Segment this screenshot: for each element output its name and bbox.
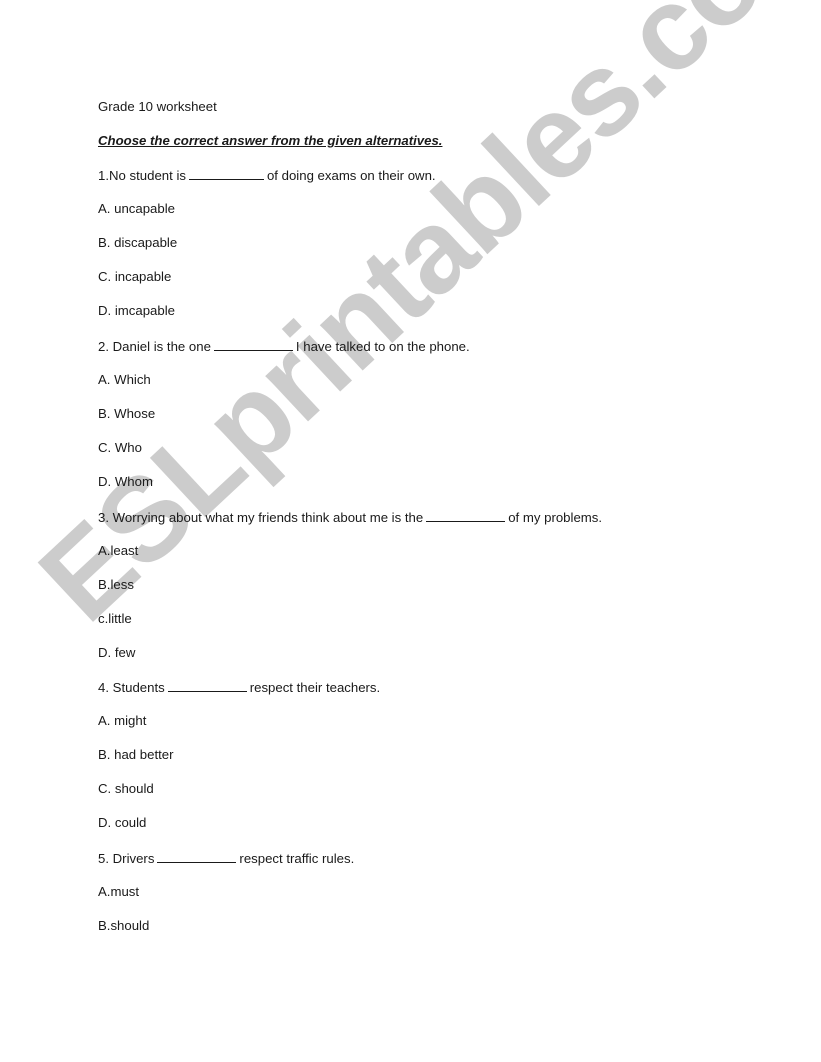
option-4b: B. had better bbox=[98, 747, 174, 762]
question-text-after: of my problems. bbox=[508, 510, 603, 525]
option-3d: D. few bbox=[98, 645, 136, 660]
option-2b: B. Whose bbox=[98, 406, 156, 421]
question-text-before: 3. Worrying about what my friends think … bbox=[98, 510, 424, 525]
question-4: 4. Students respect their teachers. bbox=[98, 679, 380, 696]
worksheet-content: Grade 10 worksheet Choose the correct an… bbox=[0, 0, 821, 1062]
question-text-after: respect traffic rules. bbox=[239, 851, 355, 866]
option-2c: C. Who bbox=[98, 440, 142, 455]
option-3a: A.least bbox=[98, 543, 139, 558]
question-text-after: respect their teachers. bbox=[249, 680, 381, 695]
answer-blank bbox=[213, 338, 293, 351]
option-2a: A. Which bbox=[98, 372, 151, 387]
question-2: 2. Daniel is the one I have talked to on … bbox=[98, 338, 470, 355]
option-4a: A. might bbox=[98, 713, 147, 728]
option-5a: A.must bbox=[98, 884, 140, 899]
answer-blank bbox=[426, 509, 506, 522]
instruction: Choose the correct answer from the given… bbox=[98, 133, 443, 148]
option-5b: B.should bbox=[98, 918, 150, 933]
question-text-after: of doing exams on their own. bbox=[266, 168, 436, 183]
option-3c: c.little bbox=[98, 611, 132, 626]
option-4c: C. should bbox=[98, 781, 154, 796]
question-text-after: I have talked to on the phone. bbox=[295, 339, 470, 354]
worksheet-title: Grade 10 worksheet bbox=[98, 99, 217, 114]
answer-blank bbox=[167, 679, 247, 692]
answer-blank bbox=[188, 167, 264, 180]
option-1b: B. discapable bbox=[98, 235, 178, 250]
question-text-before: 2. Daniel is the one bbox=[98, 339, 211, 354]
option-1d: D. imcapable bbox=[98, 303, 175, 318]
answer-blank bbox=[157, 850, 237, 863]
option-4d: D. could bbox=[98, 815, 147, 830]
worksheet-page: ESLprintables.com Grade 10 worksheet Cho… bbox=[0, 0, 821, 1062]
question-text-before: 4. Students bbox=[98, 680, 165, 695]
question-text-before: 1.No student is bbox=[98, 168, 186, 183]
question-text-before: 5. Drivers bbox=[98, 851, 155, 866]
question-5: 5. Drivers respect traffic rules. bbox=[98, 850, 354, 867]
option-3b: B.less bbox=[98, 577, 134, 592]
option-2d: D. Whom bbox=[98, 474, 153, 489]
option-1a: A. uncapable bbox=[98, 201, 175, 216]
question-1: 1.No student is of doing exams on their o… bbox=[98, 167, 436, 184]
option-1c: C. incapable bbox=[98, 269, 172, 284]
question-3: 3. Worrying about what my friends think … bbox=[98, 509, 602, 526]
